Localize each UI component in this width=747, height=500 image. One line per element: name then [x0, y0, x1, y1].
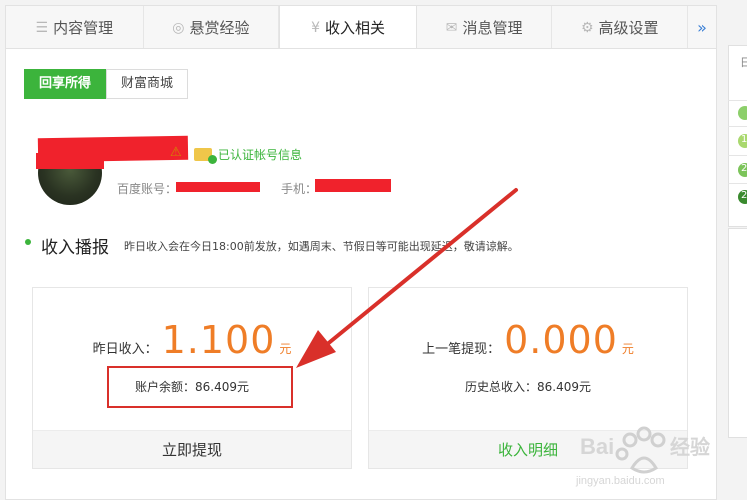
- svg-text:经验: 经验: [670, 435, 710, 459]
- divider: [728, 183, 747, 184]
- rank-dot: [738, 106, 747, 120]
- divider: [728, 155, 747, 156]
- divider: [728, 126, 747, 127]
- divider: [728, 100, 747, 101]
- side-panel-lower: [728, 228, 747, 438]
- rank-dot: 1: [738, 134, 747, 148]
- rank-dot: 2: [738, 163, 747, 177]
- side-panel-text: 日: [740, 56, 747, 69]
- svg-text:Bai: Bai: [580, 434, 614, 459]
- svg-text:jingyan.baidu.com: jingyan.baidu.com: [575, 475, 665, 487]
- baidu-watermark-logo: Bai 经验 jingyan.baidu.com: [575, 426, 710, 487]
- rank-dot: 2: [738, 190, 747, 204]
